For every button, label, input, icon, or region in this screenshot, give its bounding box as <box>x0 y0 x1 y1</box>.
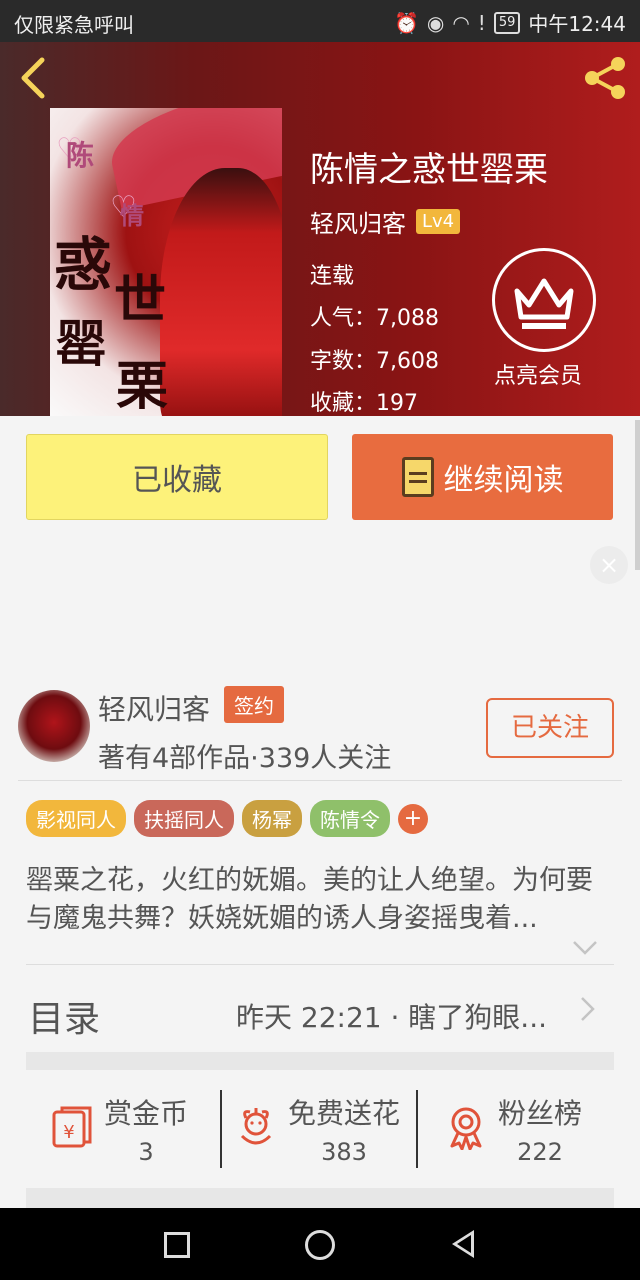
send-flowers-item[interactable]: 免费送花 383 <box>234 1092 400 1166</box>
recent-apps-button[interactable] <box>164 1232 190 1258</box>
book-icon <box>401 457 434 497</box>
cover-char: 栗 <box>116 356 169 416</box>
carrier-text: 仅限紧急呼叫 <box>14 13 134 37</box>
signed-badge: 签约 <box>224 686 284 723</box>
stat-value: 383 <box>321 1138 367 1166</box>
catalog-label[interactable]: 目录 <box>28 990 100 1042</box>
divider <box>416 1090 418 1168</box>
stat-label: 赏金币 <box>104 1097 189 1130</box>
chevron-down-icon[interactable] <box>572 934 598 962</box>
author-name[interactable]: 轻风归客 <box>98 688 210 728</box>
serial-status: 连载 <box>310 264 355 289</box>
author-avatar[interactable] <box>18 690 90 762</box>
section-separator <box>26 1052 614 1070</box>
clock: 中午12:44 <box>528 12 626 36</box>
divider <box>220 1090 222 1168</box>
vip-button[interactable] <box>492 248 596 352</box>
favorited-button[interactable]: 已收藏 <box>26 434 328 520</box>
stat-value: 222 <box>517 1138 563 1166</box>
back-button[interactable] <box>14 54 54 102</box>
svg-text:¥: ¥ <box>63 1122 74 1143</box>
alarm-icon: ⏰ <box>393 10 419 35</box>
chevron-right-icon[interactable] <box>578 994 598 1032</box>
close-ad-button[interactable]: × <box>590 546 628 584</box>
back-nav-button[interactable] <box>452 1230 474 1258</box>
tag-item[interactable]: 杨幂 <box>242 800 302 837</box>
cover-figure <box>160 168 282 416</box>
word-count: 字数：7,608 <box>310 349 439 374</box>
share-icon <box>585 57 625 99</box>
book-description[interactable]: 罂粟之花，火红的妩媚。美的让人绝望。为何要与魔鬼共舞？妖娆妩媚的诱人身姿摇曳着.… <box>26 862 616 938</box>
battery-icon: 59 <box>493 11 521 34</box>
follow-button[interactable]: 已关注 <box>486 698 614 758</box>
tag-item[interactable]: 扶摇同人 <box>134 800 234 837</box>
stat-label: 粉丝榜 <box>498 1097 583 1130</box>
chevron-left-icon <box>21 57 45 99</box>
cover-char: 世 <box>114 270 167 331</box>
cover-char: 陈 <box>66 139 95 172</box>
home-button[interactable] <box>305 1230 335 1260</box>
level-badge: Lv4 <box>416 209 461 234</box>
eye-icon: ◉ <box>426 10 445 35</box>
stat-label: 免费送花 <box>288 1097 401 1130</box>
section-separator <box>26 1188 614 1208</box>
add-tag-button[interactable]: + <box>398 803 428 834</box>
divider <box>26 964 614 965</box>
stat-value: 3 <box>138 1138 154 1166</box>
red-envelope-icon: ¥ <box>52 1106 92 1148</box>
popularity: 人气：7,088 <box>310 306 439 331</box>
author-stats: 著有4部作品·339人关注 <box>98 743 392 774</box>
cover-char: 罂 <box>56 314 106 373</box>
reward-coins-item[interactable]: ¥ 赏金币 3 <box>50 1092 188 1166</box>
book-author[interactable]: 轻风归客 <box>310 204 406 239</box>
alert-icon: ! <box>477 10 486 35</box>
book-cover[interactable]: ♡ 陈 ♡ 情 惑 世 罂 栗 <box>50 108 282 416</box>
continue-reading-button[interactable]: 继续阅读 <box>352 434 613 520</box>
latest-chapter[interactable]: 昨天 22:21 · 瞎了狗眼... <box>236 996 547 1036</box>
status-bar: 仅限紧急呼叫 ⏰ ◉ ◠ ! 59 中午12:44 <box>0 0 640 42</box>
divider <box>18 780 622 781</box>
book-title: 陈情之惑世罂栗 <box>310 150 548 190</box>
fan-ranking-item[interactable]: 粉丝榜 222 <box>444 1092 582 1166</box>
continue-reading-label: 继续阅读 <box>443 463 564 498</box>
scrollbar[interactable] <box>635 420 640 570</box>
vip-label[interactable]: 点亮会员 <box>494 358 582 390</box>
tag-list: 影视同人 扶摇同人 杨幂 陈情令 + <box>26 800 428 837</box>
system-nav-bar <box>0 1208 640 1280</box>
crown-icon <box>514 278 574 329</box>
award-icon <box>450 1107 482 1150</box>
wifi-icon: ◠ <box>452 10 470 35</box>
book-header: ♡ 陈 ♡ 情 惑 世 罂 栗 陈情之惑世罂栗 轻风归客 Lv4 连载 人气：7… <box>0 42 640 416</box>
cover-char: 情 <box>120 201 144 230</box>
share-button[interactable] <box>580 54 630 102</box>
favorite-count: 收藏：197 <box>310 391 418 416</box>
flower-icon <box>240 1108 272 1145</box>
cover-char: 惑 <box>54 231 113 299</box>
tag-item[interactable]: 影视同人 <box>26 800 126 837</box>
tag-item[interactable]: 陈情令 <box>310 800 390 837</box>
